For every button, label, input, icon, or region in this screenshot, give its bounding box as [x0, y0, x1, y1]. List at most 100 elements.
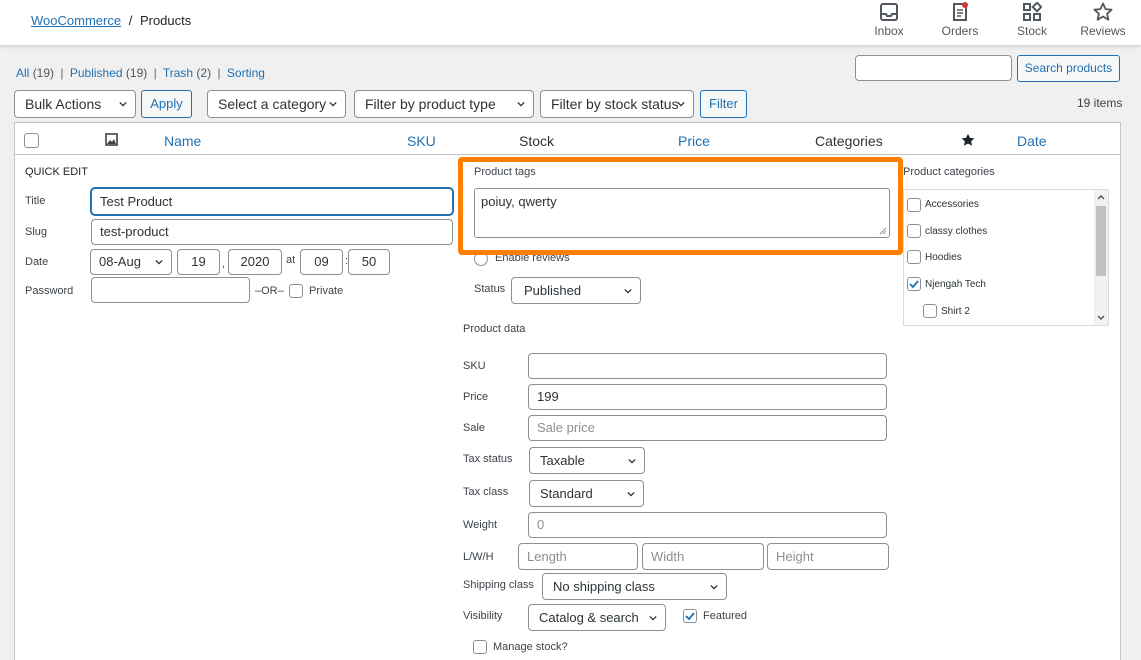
chevron-down-icon [624, 288, 632, 294]
private-label: Private [309, 285, 344, 297]
featured-checkbox[interactable] [683, 609, 697, 623]
width-input[interactable]: Width [642, 543, 764, 570]
resize-handle-icon[interactable] [879, 227, 887, 235]
date-label: Date [25, 256, 49, 268]
manage-stock-checkbox[interactable] [473, 640, 487, 654]
stock-status-value: Filter by stock status [551, 96, 679, 112]
weight-input[interactable]: 0 [528, 512, 887, 538]
search-input[interactable] [855, 55, 1012, 81]
bulk-actions-value: Bulk Actions [25, 96, 102, 112]
shipping-class-select[interactable]: No shipping class [542, 573, 727, 600]
password-input[interactable] [91, 277, 250, 303]
product-type-select[interactable]: Filter by product type [354, 90, 534, 118]
checkmark-icon [685, 612, 695, 621]
status-value: Published [524, 283, 582, 298]
category-label-hoodies: Hoodies [925, 252, 962, 263]
product-tags-textarea[interactable]: poiuy, qwerty [474, 188, 890, 238]
price-input[interactable]: 199 [528, 384, 887, 410]
stock-label: Stock [1016, 24, 1047, 38]
product-tags-label: Product tags [474, 166, 536, 178]
product-categories-heading: Product categories [903, 166, 995, 178]
image-icon [105, 133, 118, 146]
day-input[interactable]: 19 [177, 249, 220, 275]
title-input[interactable]: Test Product [91, 188, 453, 215]
tax-class-label: Tax class [463, 486, 509, 498]
stock-status-select[interactable]: Filter by stock status [540, 90, 694, 118]
sku-input[interactable] [528, 353, 887, 379]
stock-icon [1023, 2, 1042, 21]
category-checkbox-accessories[interactable] [907, 198, 921, 212]
filter-all-link[interactable]: All (19) [16, 66, 54, 80]
items-count: 19 items [1077, 96, 1123, 110]
reviews-button[interactable]: Reviews [1079, 0, 1127, 45]
date-comma: , [222, 258, 226, 270]
manage-stock-label: Manage stock? [493, 641, 568, 653]
visibility-select[interactable]: Catalog & search [528, 604, 666, 631]
category-checkbox-shirt-2[interactable] [923, 304, 937, 318]
separator: | [153, 66, 157, 80]
tax-class-select[interactable]: Standard [529, 480, 644, 507]
featured-star-icon[interactable] [961, 133, 975, 147]
column-date[interactable]: Date [1017, 133, 1047, 149]
tax-status-select[interactable]: Taxable [529, 447, 645, 474]
title-label: Title [25, 195, 46, 207]
column-stock: Stock [519, 133, 555, 149]
product-tags-value: poiuy, qwerty [481, 194, 557, 209]
featured-label: Featured [703, 610, 748, 622]
category-select[interactable]: Select a category [207, 90, 346, 118]
chevron-down-icon [155, 259, 163, 265]
at-label: at [286, 254, 296, 266]
filter-published-link[interactable]: Published (19) [70, 66, 147, 80]
slug-input[interactable]: test-product [91, 219, 453, 245]
height-input[interactable]: Height [767, 543, 889, 570]
sale-price-input[interactable]: Sale price [528, 415, 887, 441]
category-label-accessories: Accessories [925, 199, 979, 210]
reviews-label: Reviews [1080, 24, 1126, 38]
scroll-up-icon[interactable] [1097, 194, 1105, 200]
sku-label: SKU [463, 360, 486, 372]
product-data-heading: Product data [463, 323, 526, 335]
apply-button[interactable]: Apply [141, 90, 192, 118]
category-value: Select a category [218, 96, 327, 112]
inbox-button[interactable]: Inbox [868, 0, 910, 45]
chevron-down-icon [517, 101, 525, 107]
categories-scrollbar[interactable] [1094, 190, 1108, 325]
separator: | [217, 66, 221, 80]
or-separator: –OR– [255, 285, 284, 297]
minute-input[interactable]: 50 [348, 249, 390, 275]
column-price[interactable]: Price [678, 133, 710, 149]
visibility-value: Catalog & search [539, 610, 639, 625]
sale-label: Sale [463, 422, 486, 434]
search-products-button[interactable]: Search products [1017, 55, 1120, 82]
category-checkbox-hoodies[interactable] [907, 250, 921, 264]
column-name[interactable]: Name [164, 133, 201, 149]
breadcrumb-woocommerce-link[interactable]: WooCommerce [31, 13, 121, 28]
weight-label: Weight [463, 519, 498, 531]
hour-input[interactable]: 09 [300, 249, 343, 275]
filter-button[interactable]: Filter [700, 90, 747, 118]
length-input[interactable]: Length [518, 543, 638, 570]
bulk-actions-select[interactable]: Bulk Actions [14, 90, 136, 118]
breadcrumb: WooCommerce / Products [31, 13, 191, 28]
column-sku[interactable]: SKU [407, 133, 436, 149]
year-input[interactable]: 2020 [228, 249, 282, 275]
scrollbar-thumb[interactable] [1096, 206, 1106, 276]
star-icon [1093, 2, 1113, 21]
sorting-link[interactable]: Sorting [227, 66, 265, 80]
private-checkbox[interactable] [289, 284, 303, 298]
category-label-shirt-2: Shirt 2 [941, 306, 970, 317]
month-select[interactable]: 08-Aug [90, 249, 172, 275]
page-title: Products [139, 13, 192, 28]
slug-label: Slug [25, 226, 48, 238]
quick-edit-heading: QUICK EDIT [25, 166, 88, 178]
chevron-down-icon [710, 584, 718, 590]
select-all-checkbox[interactable] [24, 133, 39, 148]
category-checkbox-njengah-tech[interactable] [907, 277, 921, 291]
scroll-down-icon[interactable] [1097, 315, 1105, 321]
filter-trash-link[interactable]: Trash (2) [163, 66, 211, 80]
category-checkbox-classy-clothes[interactable] [907, 224, 921, 238]
breadcrumb-separator: / [128, 13, 133, 28]
status-select[interactable]: Published [511, 277, 641, 304]
stock-button[interactable]: Stock [1011, 0, 1053, 45]
orders-button[interactable]: Orders [938, 0, 982, 45]
